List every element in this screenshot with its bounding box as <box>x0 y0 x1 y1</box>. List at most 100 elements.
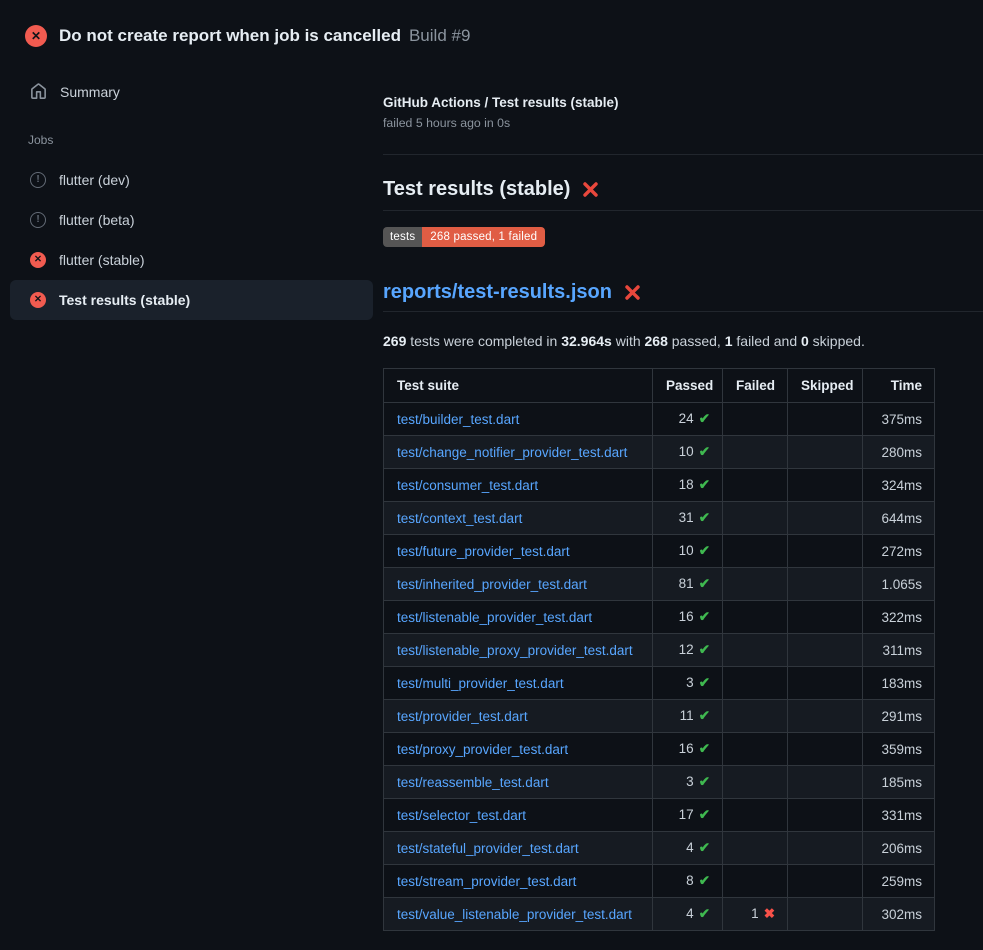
skipped-cell <box>788 667 863 700</box>
passed-count: 31 <box>679 510 694 525</box>
summary-text: failed and <box>733 333 802 349</box>
section-title-row: Test results (stable) <box>383 178 983 211</box>
failed-cell: 1 <box>723 898 788 931</box>
skipped-cell <box>788 898 863 931</box>
passed-count: 16 <box>679 609 694 624</box>
table-row: test/listenable_provider_test.dart16322m… <box>384 601 935 634</box>
check-icon <box>694 708 710 723</box>
time-cell: 1.065s <box>863 568 935 601</box>
table-row: test/selector_test.dart17331ms <box>384 799 935 832</box>
failed-cell <box>723 403 788 436</box>
table-row: test/builder_test.dart 24 375ms <box>384 403 935 436</box>
check-icon <box>694 906 710 921</box>
test-suite-link[interactable]: test/selector_test.dart <box>397 808 526 823</box>
sidebar-item-job[interactable]: flutter (dev) <box>10 160 373 200</box>
skipped-cell <box>788 634 863 667</box>
passed-count: 17 <box>679 807 694 822</box>
failed-cell <box>723 865 788 898</box>
job-label: flutter (beta) <box>59 212 134 228</box>
skipped-cell <box>788 568 863 601</box>
table-row: test/multi_provider_test.dart3183ms <box>384 667 935 700</box>
failed-cell <box>723 700 788 733</box>
skipped-cell <box>788 799 863 832</box>
test-suite-link[interactable]: test/consumer_test.dart <box>397 478 538 493</box>
test-suite-link[interactable]: test/reassemble_test.dart <box>397 775 549 790</box>
run-meta: failed 5 hours ago in 0s <box>383 116 983 130</box>
sidebar-item-job[interactable]: flutter (stable) <box>10 240 373 280</box>
failed-cell <box>723 733 788 766</box>
column-header-time: Time <box>863 369 935 403</box>
x-circle-icon <box>30 252 46 268</box>
test-suite-link[interactable]: test/future_provider_test.dart <box>397 544 570 559</box>
summary-text: tests were completed in <box>406 333 561 349</box>
test-suite-link[interactable]: test/stateful_provider_test.dart <box>397 841 579 856</box>
time-cell: 185ms <box>863 766 935 799</box>
passed-count: 3 <box>686 675 694 690</box>
test-suite-link[interactable]: test/value_listenable_provider_test.dart <box>397 907 632 922</box>
check-icon <box>694 510 710 525</box>
check-icon <box>694 873 710 888</box>
sidebar-item-job[interactable]: flutter (beta) <box>10 200 373 240</box>
x-icon <box>759 906 775 921</box>
passed-count: 12 <box>679 642 694 657</box>
column-header-failed: Failed <box>723 369 788 403</box>
test-suite-link[interactable]: test/listenable_proxy_provider_test.dart <box>397 643 633 658</box>
test-suite-link[interactable]: test/stream_provider_test.dart <box>397 874 576 889</box>
failed-cell <box>723 766 788 799</box>
test-suite-link[interactable]: test/builder_test.dart <box>397 412 519 427</box>
test-suite-link[interactable]: test/change_notifier_provider_test.dart <box>397 445 627 460</box>
time-cell: 644ms <box>863 502 935 535</box>
table-row: test/future_provider_test.dart10272ms <box>384 535 935 568</box>
passed-cell: 81 <box>653 568 723 601</box>
cancelled-icon <box>30 172 46 188</box>
badge-label: tests <box>383 227 422 247</box>
test-suite-link[interactable]: test/context_test.dart <box>397 511 522 526</box>
test-suite-link[interactable]: test/provider_test.dart <box>397 709 528 724</box>
test-suite-link[interactable]: test/proxy_provider_test.dart <box>397 742 568 757</box>
check-icon <box>694 411 710 426</box>
sidebar: Summary Jobs flutter (dev)flutter (beta)… <box>0 56 383 320</box>
passed-cell: 8 <box>653 865 723 898</box>
section-title: Test results (stable) <box>383 178 570 201</box>
report-file-link[interactable]: reports/test-results.json <box>383 281 612 304</box>
check-icon <box>694 576 710 591</box>
passed-cell: 3 <box>653 766 723 799</box>
test-suite-link[interactable]: test/multi_provider_test.dart <box>397 676 564 691</box>
skipped-cell <box>788 700 863 733</box>
test-suite-link[interactable]: test/inherited_provider_test.dart <box>397 577 587 592</box>
summary-sentence: 269 tests were completed in 32.964s with… <box>383 333 983 349</box>
failed-cell <box>723 502 788 535</box>
passed-count: 16 <box>679 741 694 756</box>
check-icon <box>694 774 710 789</box>
report-title-row: reports/test-results.json <box>383 281 983 312</box>
sidebar-item-summary[interactable]: Summary <box>0 74 383 109</box>
skipped-cell <box>788 766 863 799</box>
column-header-skipped: Skipped <box>788 369 863 403</box>
passed-cell: 17 <box>653 799 723 832</box>
table-header-row: Test suite Passed Failed Skipped Time <box>384 369 935 403</box>
summary-number: 1 <box>725 333 733 349</box>
failed-cell <box>723 667 788 700</box>
summary-text: with <box>612 333 645 349</box>
failed-cell <box>723 601 788 634</box>
cancelled-icon <box>30 212 46 228</box>
failed-cell <box>723 634 788 667</box>
passed-cell: 18 <box>653 469 723 502</box>
skipped-cell <box>788 403 863 436</box>
passed-cell: 24 <box>653 403 723 436</box>
summary-number: 0 <box>801 333 809 349</box>
time-cell: 291ms <box>863 700 935 733</box>
tests-badge: tests 268 passed, 1 failed <box>383 227 545 247</box>
skipped-cell <box>788 832 863 865</box>
passed-cell: 3 <box>653 667 723 700</box>
skipped-cell <box>788 469 863 502</box>
time-cell: 359ms <box>863 733 935 766</box>
passed-cell: 10 <box>653 436 723 469</box>
sidebar-item-job[interactable]: Test results (stable) <box>10 280 373 320</box>
table-row: test/change_notifier_provider_test.dart 1… <box>384 436 935 469</box>
run-title: Do not create report when job is cancell… <box>59 26 401 46</box>
test-suite-link[interactable]: test/listenable_provider_test.dart <box>397 610 592 625</box>
time-cell: 375ms <box>863 403 935 436</box>
run-header: Do not create report when job is cancell… <box>0 0 983 56</box>
table-row: test/value_listenable_provider_test.dart… <box>384 898 935 931</box>
